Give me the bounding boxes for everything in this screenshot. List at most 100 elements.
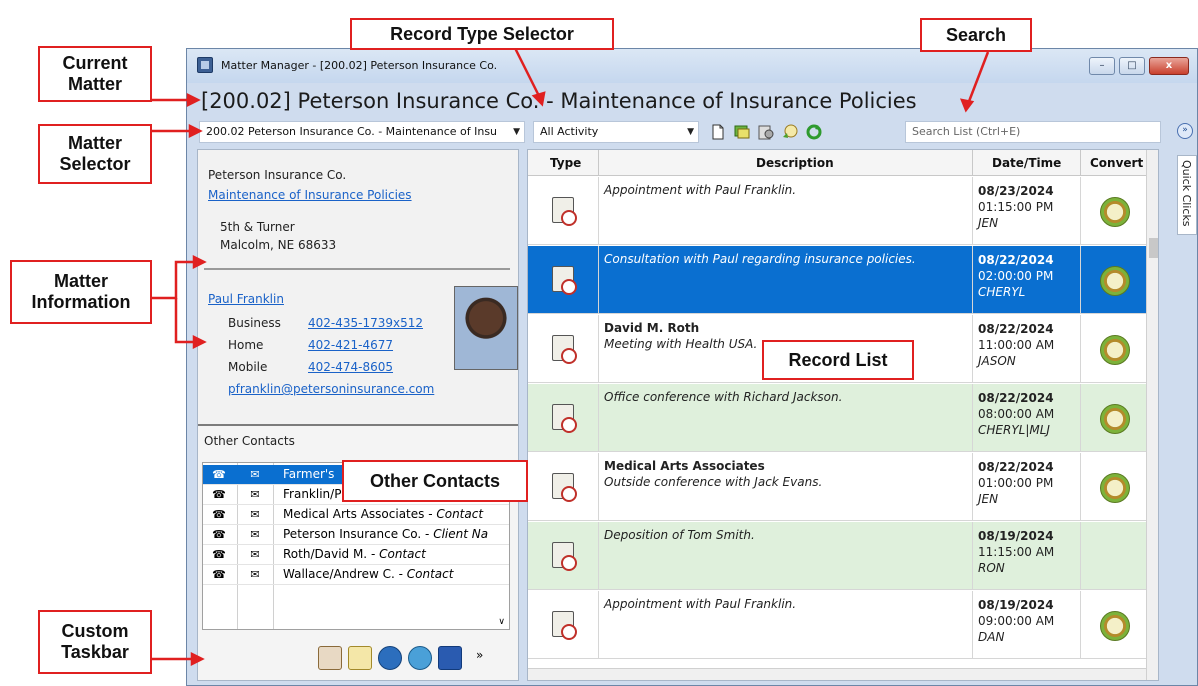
- contact-name: Farmer's: [283, 467, 335, 481]
- email-icon[interactable]: ✉: [247, 488, 263, 502]
- record-list: Type Description Date/Time Convert Appoi…: [527, 149, 1159, 681]
- column-header-type[interactable]: Type: [550, 156, 581, 170]
- scroll-down-arrow[interactable]: ∨: [498, 617, 505, 627]
- vertical-scrollbar[interactable]: [1146, 150, 1158, 680]
- convert-timer-icon[interactable]: [1100, 404, 1130, 434]
- record-description: Meeting with Health USA.: [604, 337, 758, 351]
- record-date: 08/22/2024: [978, 391, 1054, 405]
- timer-icon[interactable]: [378, 646, 402, 670]
- column-header-description[interactable]: Description: [756, 156, 834, 170]
- client-name: Peterson Insurance Co.: [208, 168, 347, 182]
- convert-timer-icon[interactable]: [1100, 266, 1130, 296]
- record-row[interactable]: Office conference with Richard Jackson. 0…: [528, 384, 1146, 452]
- grid-line: [598, 384, 599, 452]
- contact-photo: [454, 286, 518, 370]
- grid-line: [972, 591, 973, 659]
- appointment-icon: [552, 611, 577, 640]
- expand-icon[interactable]: »: [1177, 123, 1193, 139]
- globe-icon[interactable]: [408, 646, 432, 670]
- callout-custom-taskbar: Custom Taskbar: [38, 610, 152, 674]
- record-time: 09:00:00 AM: [978, 614, 1055, 628]
- minimize-button[interactable]: –: [1089, 57, 1115, 75]
- matter-manager-window: Matter Manager - [200.02] Peterson Insur…: [186, 48, 1198, 686]
- matter-link[interactable]: Maintenance of Insurance Policies: [208, 188, 412, 202]
- record-user: JASON: [978, 354, 1016, 368]
- phone-business-link[interactable]: 402-435-1739x512: [308, 316, 423, 330]
- convert-timer-icon[interactable]: [1100, 335, 1130, 365]
- phone-mobile-link[interactable]: 402-474-8605: [308, 360, 393, 374]
- email-icon[interactable]: ✉: [247, 548, 263, 562]
- phone-icon[interactable]: ☎: [211, 568, 227, 582]
- phone-label-home: Home: [228, 338, 264, 352]
- grid-line: [972, 453, 973, 521]
- convert-timer-icon[interactable]: [1100, 197, 1130, 227]
- refresh-icon[interactable]: [805, 123, 823, 141]
- email-icon[interactable]: ✉: [247, 508, 263, 522]
- record-type-value: All Activity: [540, 125, 599, 138]
- record-contact: Medical Arts Associates: [604, 459, 765, 473]
- callout-search: Search: [920, 18, 1032, 52]
- notes-icon[interactable]: [348, 646, 372, 670]
- contact-name: Medical Arts Associates -: [283, 507, 437, 521]
- notes-icon[interactable]: [733, 123, 751, 141]
- contacts-icon[interactable]: [757, 123, 775, 141]
- search-input[interactable]: Search List (Ctrl+E): [905, 121, 1161, 143]
- record-datetime: 08/22/2024 02:00:00 PM CHERYL: [978, 252, 1054, 300]
- contact-name: Peterson Insurance Co. -: [283, 527, 434, 541]
- phone-icon[interactable]: ☎: [211, 548, 227, 562]
- matter-information-panel: Peterson Insurance Co. Maintenance of In…: [197, 149, 519, 681]
- record-row[interactable]: Deposition of Tom Smith. 08/19/2024 11:15:…: [528, 522, 1146, 590]
- grid-line: [1080, 150, 1081, 176]
- grid-line: [1080, 246, 1081, 314]
- appointment-icon: [552, 335, 577, 364]
- record-time: 02:00:00 PM: [978, 269, 1054, 283]
- close-button[interactable]: x: [1149, 57, 1189, 75]
- address-line-1: 5th & Turner: [220, 220, 295, 234]
- convert-icon[interactable]: [781, 123, 799, 141]
- phone-icon[interactable]: ☎: [211, 468, 227, 482]
- contact-row[interactable]: ☎ ✉ Peterson Insurance Co. - Client Na: [203, 525, 509, 545]
- phone-icon[interactable]: ☎: [211, 508, 227, 522]
- record-description: Consultation with Paul regarding insuran…: [604, 252, 916, 266]
- quick-clicks-tab[interactable]: Quick Clicks: [1177, 155, 1197, 235]
- contact-row[interactable]: ☎ ✉ Wallace/Andrew C. - Contact: [203, 565, 509, 585]
- word-icon[interactable]: [438, 646, 462, 670]
- record-datetime: 08/22/2024 11:00:00 AM JASON: [978, 321, 1054, 369]
- column-header-convert[interactable]: Convert: [1090, 156, 1143, 170]
- appointment-icon: [552, 542, 577, 571]
- address-line-2: Malcolm, NE 68633: [220, 238, 337, 252]
- grid-line: [598, 453, 599, 521]
- contact-name-link[interactable]: Paul Franklin: [208, 292, 284, 306]
- convert-timer-icon[interactable]: [1100, 611, 1130, 641]
- contact-row[interactable]: ☎ ✉ Roth/David M. - Contact: [203, 545, 509, 565]
- email-icon[interactable]: ✉: [247, 468, 263, 482]
- email-icon[interactable]: ✉: [247, 528, 263, 542]
- record-list-header: Type Description Date/Time Convert: [528, 150, 1146, 176]
- grid-line: [1080, 591, 1081, 659]
- email-icon[interactable]: ✉: [247, 568, 263, 582]
- record-row[interactable]: Consultation with Paul regarding insuran…: [528, 246, 1146, 314]
- record-type-selector[interactable]: All Activity ▼: [533, 121, 699, 143]
- callout-record-list: Record List: [762, 340, 914, 380]
- new-document-icon[interactable]: [709, 123, 727, 141]
- column-header-datetime[interactable]: Date/Time: [992, 156, 1061, 170]
- convert-timer-icon[interactable]: [1100, 473, 1130, 503]
- contact-row[interactable]: ☎ ✉ Medical Arts Associates - Contact: [203, 505, 509, 525]
- record-row[interactable]: Appointment with Paul Franklin. 08/23/202…: [528, 177, 1146, 245]
- matter-selector[interactable]: 200.02 Peterson Insurance Co. - Maintena…: [199, 121, 525, 143]
- record-description: Outside conference with Jack Evans.: [604, 475, 823, 489]
- maximize-button[interactable]: □: [1119, 57, 1145, 75]
- grid-line: [1080, 522, 1081, 590]
- record-row[interactable]: Appointment with Paul Franklin. 08/19/202…: [528, 591, 1146, 659]
- record-row[interactable]: Medical Arts Associates Outside conferenc…: [528, 453, 1146, 521]
- phone-home-link[interactable]: 402-421-4677: [308, 338, 393, 352]
- appointment-icon: [552, 404, 577, 433]
- taskbar-overflow-icon[interactable]: »: [476, 648, 483, 662]
- email-link[interactable]: pfranklin@petersoninsurance.com: [228, 382, 434, 396]
- other-contacts-header: Other Contacts: [204, 434, 295, 448]
- calendar-icon[interactable]: [318, 646, 342, 670]
- phone-icon[interactable]: ☎: [211, 488, 227, 502]
- phone-icon[interactable]: ☎: [211, 528, 227, 542]
- scrollbar-thumb[interactable]: [1149, 238, 1158, 258]
- horizontal-scrollbar[interactable]: [528, 668, 1146, 680]
